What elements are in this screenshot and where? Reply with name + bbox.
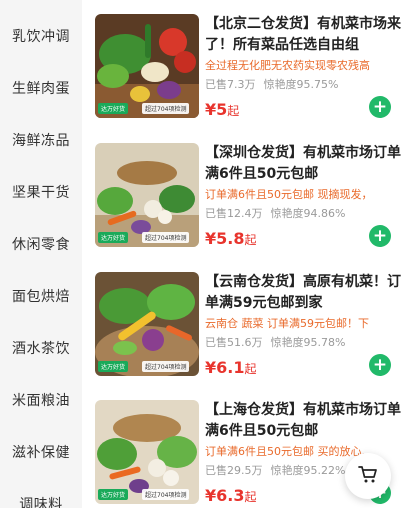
- badge-text: 超过704项检测: [142, 489, 190, 500]
- product-image[interactable]: 达万好货 超过704项检测: [95, 272, 199, 376]
- badge-tag: 达万好货: [98, 361, 129, 372]
- badge-text: 超过704项检测: [142, 232, 190, 243]
- price-value: 6.1: [216, 358, 245, 377]
- product-title[interactable]: 【上海仓发货】有机菜市场订单满6件且50元包邮: [205, 400, 401, 442]
- product-stats: 已售7.3万 惊艳度95.75%: [205, 76, 401, 93]
- price-symbol: ¥: [205, 100, 217, 119]
- product-card[interactable]: 达万好货 超过704项检测 【云南仓发货】高原有机菜！订单满59元包邮到家 云南…: [82, 272, 405, 397]
- sidebar-item-rice-oil[interactable]: 米面粮油: [0, 374, 82, 426]
- sidebar-item-seasoning[interactable]: 调味料: [0, 478, 82, 508]
- product-stats: 已售51.6万 惊艳度95.78%: [205, 334, 401, 351]
- sidebar-item-fresh-meat-eggs[interactable]: 生鲜肉蛋: [0, 62, 82, 114]
- product-card[interactable]: 达万好货 超过704项检测 【深圳仓发货】有机菜市场订单满6件且50元包邮 订单…: [82, 143, 405, 268]
- product-image[interactable]: 达万好货 超过704项检测: [95, 14, 199, 118]
- sidebar-item-bakery[interactable]: 面包烘焙: [0, 270, 82, 322]
- product-title[interactable]: 【北京二仓发货】有机菜市场来了！所有菜品任选自由组: [205, 14, 401, 56]
- product-title[interactable]: 【深圳仓发货】有机菜市场订单满6件且50元包邮: [205, 143, 401, 185]
- product-subtitle: 订单满6件且50元包邮 现摘现发，: [205, 188, 373, 201]
- quality-badge: 达万好货 超过704项检测: [98, 103, 190, 114]
- sold-count: 已售12.4万: [205, 207, 263, 220]
- sidebar-item-snacks[interactable]: 休闲零食: [0, 218, 82, 270]
- quality-badge: 达万好货 超过704项检测: [98, 489, 190, 500]
- price-unit: 起: [244, 233, 257, 247]
- category-sidebar: 乳饮冲调 生鲜肉蛋 海鲜冻品 坚果干货 休闲零食 面包烘焙 酒水茶饮 米面粮油 …: [0, 0, 82, 508]
- price-unit: 起: [244, 362, 257, 376]
- quality-badge: 达万好货 超过704项检测: [98, 232, 190, 243]
- price-value: 5.8: [216, 229, 245, 248]
- product-list: 达万好货 超过704项检测 【北京二仓发货】有机菜市场来了！所有菜品任选自由组 …: [82, 0, 405, 508]
- price-value: 6.3: [216, 486, 245, 505]
- sidebar-item-nuts-dried[interactable]: 坚果干货: [0, 166, 82, 218]
- price-value: 5: [216, 100, 228, 119]
- product-image[interactable]: 达万好货 超过704项检测: [95, 400, 199, 504]
- product-image[interactable]: 达万好货 超过704项检测: [95, 143, 199, 247]
- add-to-cart-button[interactable]: +: [369, 225, 391, 247]
- product-card[interactable]: 达万好货 超过704项检测 【北京二仓发货】有机菜市场来了！所有菜品任选自由组 …: [82, 14, 405, 139]
- badge-tag: 达万好货: [98, 232, 129, 243]
- cart-button[interactable]: [345, 453, 391, 499]
- shopping-cart-icon: [357, 463, 379, 489]
- add-to-cart-button[interactable]: +: [369, 354, 391, 376]
- sold-count: 已售7.3万: [205, 78, 256, 91]
- add-to-cart-button[interactable]: +: [369, 96, 391, 118]
- product-subtitle: 云南仓 蔬菜 订单满59元包邮！下: [205, 317, 369, 330]
- rating: 惊艳度95.75%: [263, 78, 339, 91]
- badge-text: 超过704项检测: [142, 361, 190, 372]
- rating: 惊艳度94.86%: [270, 207, 346, 220]
- product-title[interactable]: 【云南仓发货】高原有机菜！订单满59元包邮到家: [205, 272, 401, 314]
- product-stats: 已售12.4万 惊艳度94.86%: [205, 205, 401, 222]
- product-price: ¥5.8起: [205, 229, 257, 248]
- product-price: ¥6.1起: [205, 358, 257, 377]
- badge-tag: 达万好货: [98, 103, 129, 114]
- plus-icon: +: [372, 354, 388, 375]
- price-symbol: ¥: [205, 229, 217, 248]
- quality-badge: 达万好货 超过704项检测: [98, 361, 190, 372]
- product-subtitle: 全过程无化肥无农药实现零农残高: [205, 59, 370, 72]
- price-symbol: ¥: [205, 358, 217, 377]
- sold-count: 已售51.6万: [205, 336, 263, 349]
- rating: 惊艳度95.78%: [270, 336, 346, 349]
- sidebar-item-seafood-frozen[interactable]: 海鲜冻品: [0, 114, 82, 166]
- price-symbol: ¥: [205, 486, 217, 505]
- price-unit: 起: [244, 490, 257, 504]
- sold-count: 已售29.5万: [205, 464, 263, 477]
- plus-icon: +: [372, 96, 388, 117]
- sidebar-item-health[interactable]: 滋补保健: [0, 426, 82, 478]
- price-unit: 起: [227, 104, 240, 118]
- product-price: ¥6.3起: [205, 486, 257, 505]
- badge-tag: 达万好货: [98, 489, 129, 500]
- badge-text: 超过704项检测: [142, 103, 190, 114]
- plus-icon: +: [372, 225, 388, 246]
- sidebar-item-dairy-drinks[interactable]: 乳饮冲调: [0, 10, 82, 62]
- sidebar-item-drinks-tea[interactable]: 酒水茶饮: [0, 322, 82, 374]
- rating: 惊艳度95.22%: [270, 464, 346, 477]
- product-price: ¥5起: [205, 100, 239, 119]
